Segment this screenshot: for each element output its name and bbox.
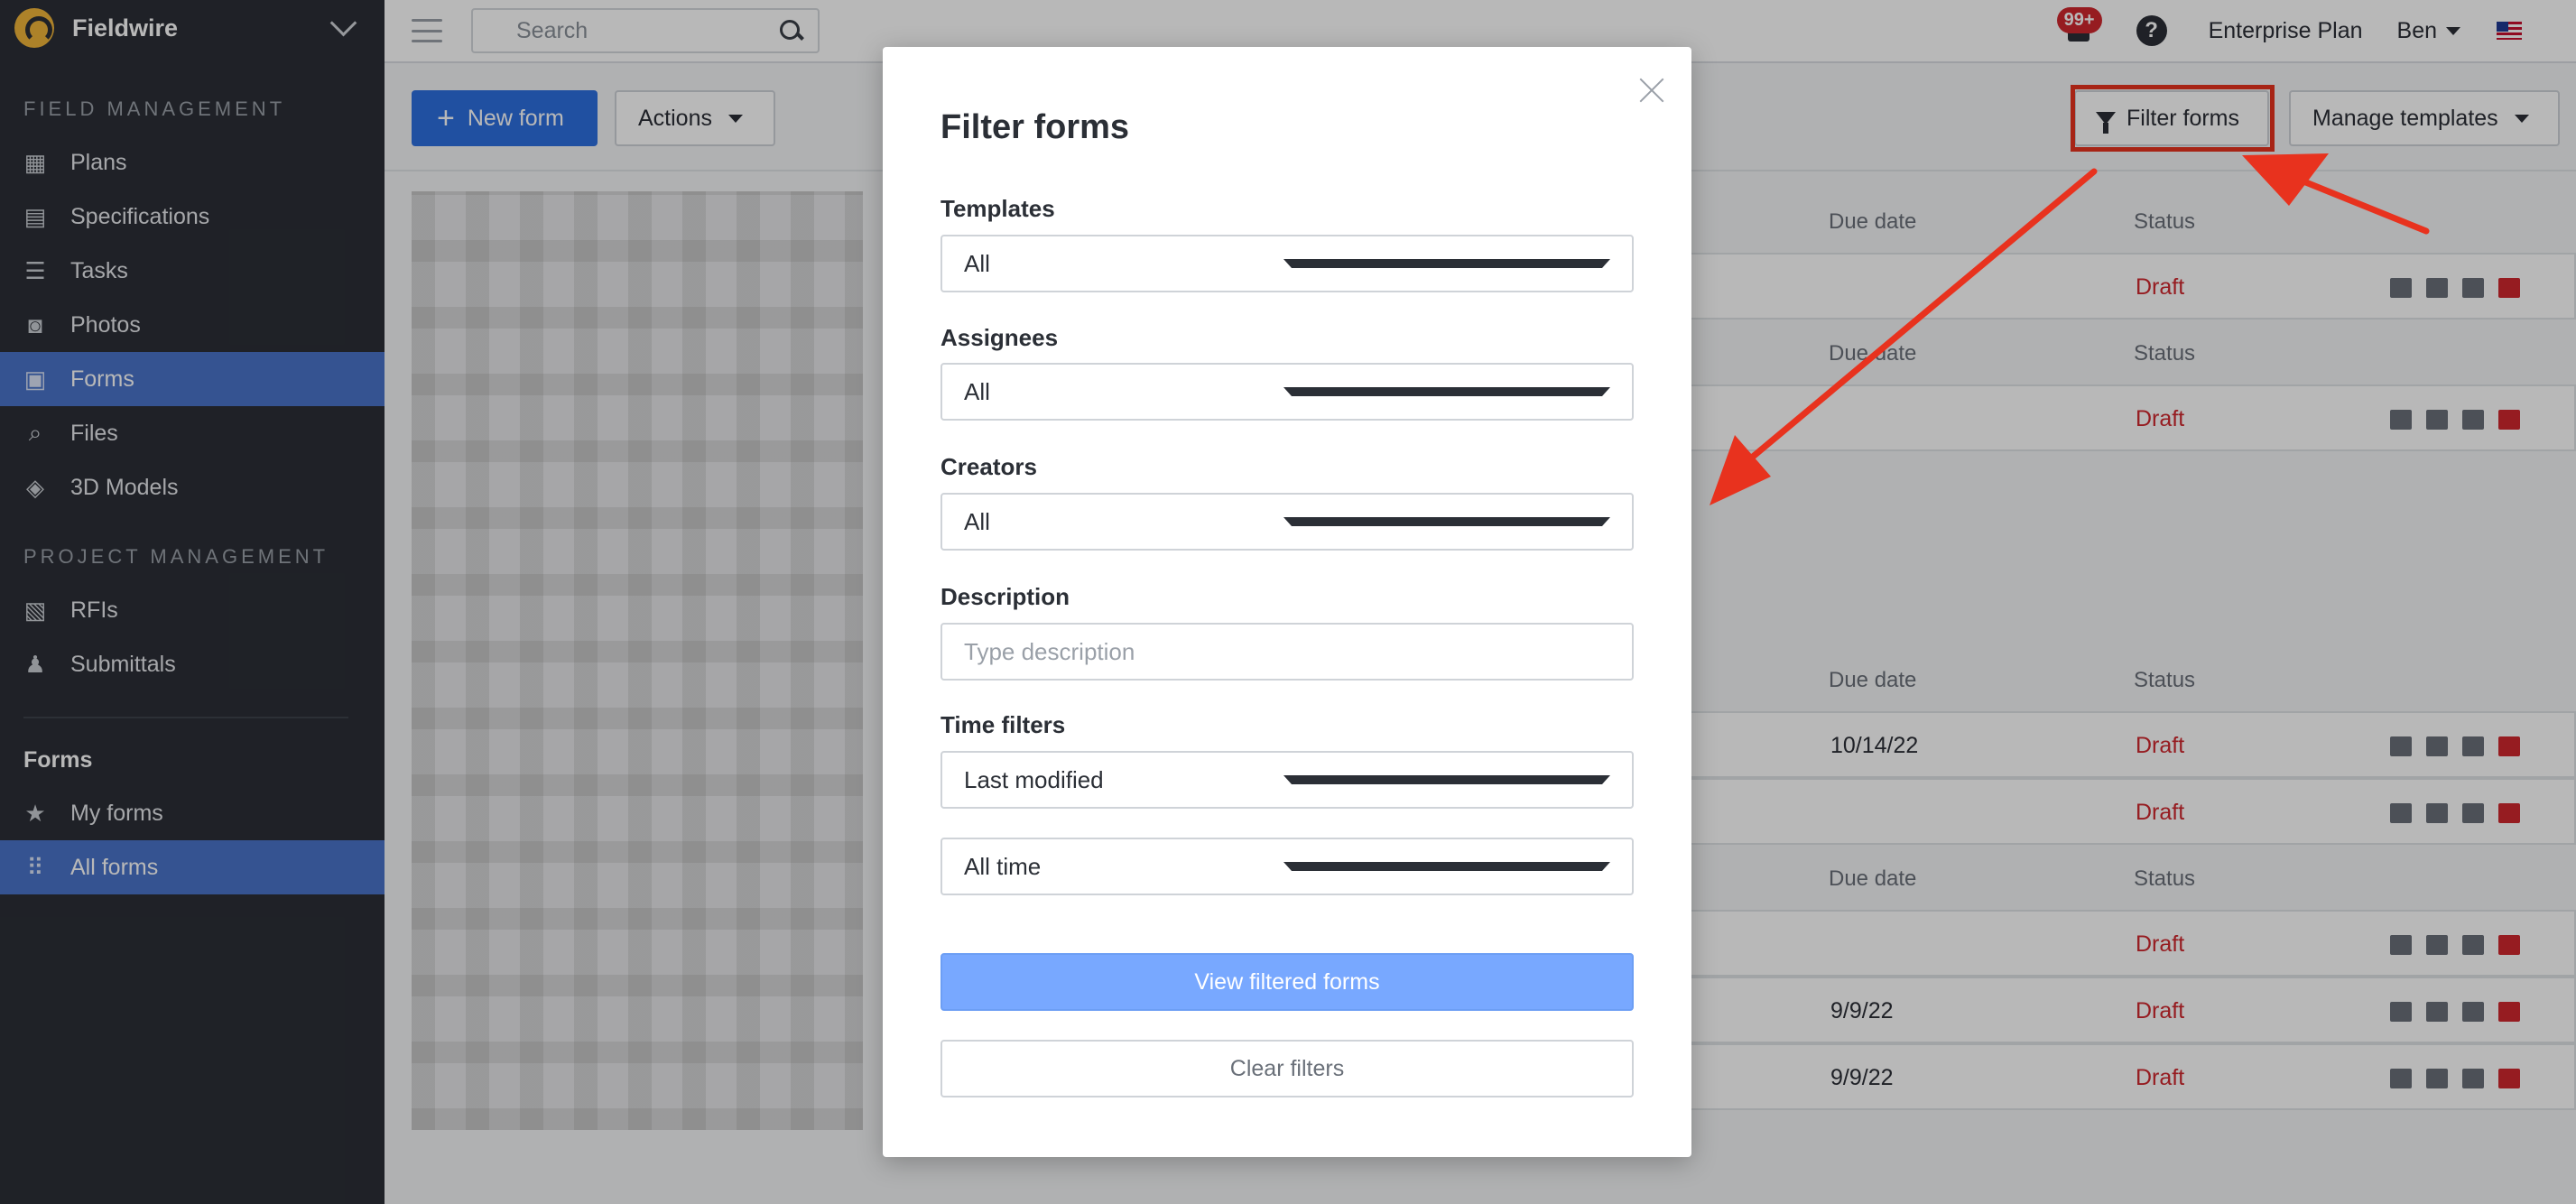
modal-title: Filter forms — [941, 108, 1130, 146]
close-icon[interactable] — [1637, 76, 1666, 105]
assignees-value: All — [964, 377, 990, 405]
time-filters-label: Time filters — [941, 711, 1066, 738]
time-filter-range-select[interactable]: All time — [941, 838, 1634, 895]
filter-forms-modal: Filter forms Templates All Assignees All… — [883, 47, 1691, 1157]
assignees-label: Assignees — [941, 324, 1059, 351]
creators-value: All — [964, 507, 990, 535]
description-label: Description — [941, 583, 1070, 610]
assignees-select[interactable]: All — [941, 363, 1634, 421]
description-input[interactable] — [941, 623, 1634, 681]
templates-value: All — [964, 249, 990, 277]
time-filter-type-select[interactable]: Last modified — [941, 751, 1634, 809]
caret-down-icon — [1283, 387, 1610, 396]
creators-label: Creators — [941, 453, 1037, 480]
caret-down-icon — [1283, 259, 1610, 268]
clear-filters-button[interactable]: Clear filters — [941, 1040, 1634, 1097]
caret-down-icon — [1283, 862, 1610, 871]
caret-down-icon — [1283, 775, 1610, 784]
templates-select[interactable]: All — [941, 235, 1634, 292]
caret-down-icon — [1283, 517, 1610, 526]
time-filter-range-value: All time — [964, 852, 1042, 880]
creators-select[interactable]: All — [941, 493, 1634, 551]
templates-label: Templates — [941, 195, 1055, 222]
view-filtered-forms-button[interactable]: View filtered forms — [941, 953, 1634, 1011]
time-filter-type-value: Last modified — [964, 765, 1104, 793]
